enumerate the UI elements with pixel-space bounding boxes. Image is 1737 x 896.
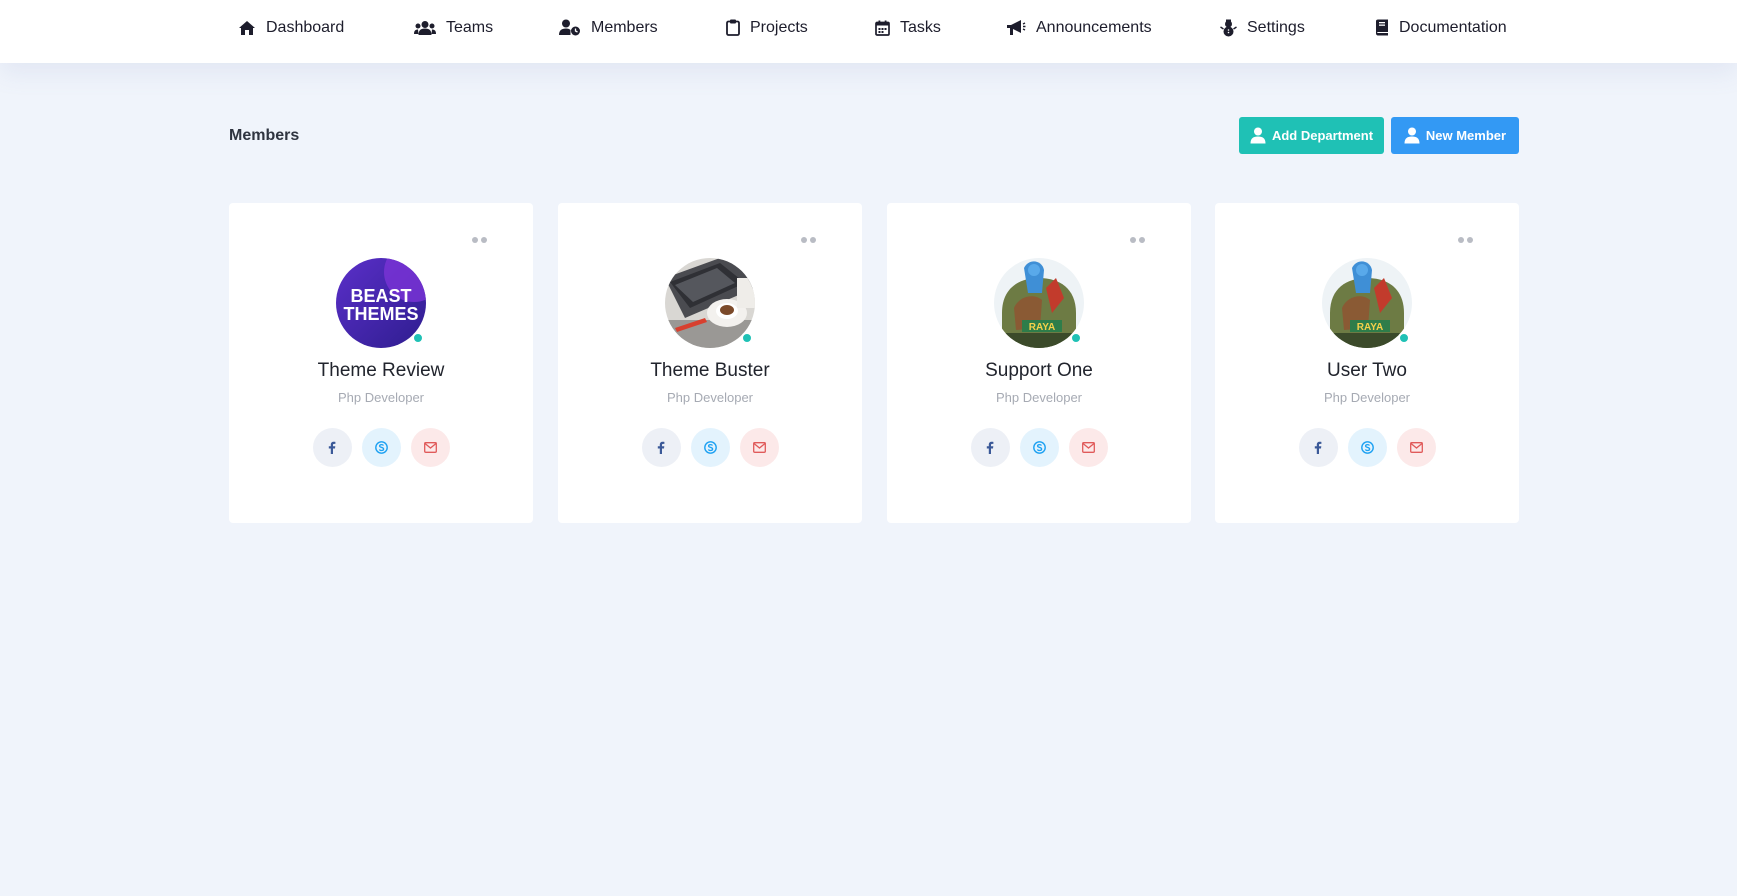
new-member-button[interactable]: New Member: [1391, 117, 1519, 154]
card-options-icon[interactable]: [1130, 237, 1145, 243]
skype-icon: [1360, 441, 1374, 454]
user-icon: [1250, 127, 1266, 144]
member-role: Php Developer: [338, 390, 424, 405]
member-card: Theme Buster Php Developer: [558, 203, 862, 523]
social-links: [1215, 428, 1519, 467]
online-status-dot: [1398, 332, 1410, 344]
member-name: Theme Buster: [650, 360, 770, 381]
social-links: [229, 428, 533, 467]
top-navigation: Dashboard Teams Members Projects Tasks A…: [0, 0, 1737, 63]
skype-button[interactable]: [361, 428, 401, 467]
card-options-icon[interactable]: [1458, 237, 1473, 243]
member-role: Php Developer: [996, 390, 1082, 405]
nav-item-members[interactable]: Members: [559, 0, 658, 55]
facebook-button[interactable]: [970, 428, 1010, 467]
clipboard-icon: [726, 19, 740, 36]
facebook-button[interactable]: [312, 428, 352, 467]
envelope-icon: [423, 442, 437, 453]
skype-icon: [374, 441, 388, 454]
member-role: Php Developer: [1324, 390, 1410, 405]
skype-button[interactable]: [1019, 428, 1059, 467]
facebook-icon: [986, 441, 994, 454]
avatar: RAYA: [1322, 258, 1412, 348]
nav-label: Tasks: [900, 18, 941, 36]
book-icon: [1376, 19, 1388, 36]
nav-item-settings[interactable]: Settings: [1220, 0, 1305, 55]
member-name: Support One: [985, 360, 1093, 381]
users-icon: [414, 20, 436, 35]
skype-button[interactable]: [690, 428, 730, 467]
email-button[interactable]: [410, 428, 450, 467]
member-card: RAYA User Two Php Developer: [1215, 203, 1519, 523]
envelope-icon: [752, 442, 766, 453]
skype-icon: [703, 441, 717, 454]
svg-text:RAYA: RAYA: [1357, 322, 1384, 333]
svg-text:RAYA: RAYA: [1029, 322, 1056, 333]
nav-label: Teams: [446, 18, 494, 36]
add-department-button[interactable]: Add Department: [1239, 117, 1384, 154]
card-options-icon[interactable]: [472, 237, 487, 243]
user-icon: [1404, 127, 1420, 144]
member-role: Php Developer: [667, 390, 753, 405]
new-member-label: New Member: [1425, 128, 1507, 143]
nav-label: Documentation: [1399, 18, 1507, 36]
avatar: BEAST THEMES: [336, 258, 426, 348]
facebook-icon: [328, 441, 336, 454]
skype-icon: [1032, 441, 1046, 454]
envelope-icon: [1409, 442, 1423, 453]
nav-label: Projects: [750, 18, 808, 36]
home-icon: [239, 20, 255, 35]
facebook-button[interactable]: [1298, 428, 1338, 467]
envelope-icon: [1081, 442, 1095, 453]
add-department-label: Add Department: [1271, 128, 1374, 143]
facebook-button[interactable]: [641, 428, 681, 467]
email-button[interactable]: [739, 428, 779, 467]
social-links: [558, 428, 862, 467]
user-clock-icon: [559, 19, 580, 36]
skype-button[interactable]: [1347, 428, 1387, 467]
avatar-text: BEAST: [350, 286, 411, 306]
email-button[interactable]: [1396, 428, 1436, 467]
member-card: RAYA Support One Php Developer: [887, 203, 1191, 523]
nav-item-tasks[interactable]: Tasks: [875, 0, 941, 55]
member-name: Theme Review: [317, 360, 445, 381]
facebook-icon: [657, 441, 665, 454]
email-button[interactable]: [1068, 428, 1108, 467]
nav-label: Announcements: [1036, 18, 1152, 36]
online-status-dot: [412, 332, 424, 344]
bullhorn-icon: [1007, 20, 1026, 35]
snowman-icon: [1220, 19, 1237, 36]
nav-item-dashboard[interactable]: Dashboard: [238, 0, 344, 55]
member-card: BEAST THEMES Theme Review Php Developer: [229, 203, 533, 523]
social-links: [887, 428, 1191, 467]
avatar: [665, 258, 755, 348]
card-options-icon[interactable]: [801, 237, 816, 243]
nav-item-announcements[interactable]: Announcements: [1006, 0, 1152, 55]
avatar: RAYA: [994, 258, 1084, 348]
avatar-text: THEMES: [343, 304, 418, 324]
calendar-icon: [875, 20, 890, 36]
page-title: Members: [229, 127, 300, 144]
online-status-dot: [741, 332, 753, 344]
online-status-dot: [1070, 332, 1082, 344]
nav-item-teams[interactable]: Teams: [414, 0, 493, 55]
facebook-icon: [1314, 441, 1322, 454]
nav-item-projects[interactable]: Projects: [726, 0, 808, 55]
nav-item-documentation[interactable]: Documentation: [1375, 0, 1507, 55]
nav-label: Dashboard: [266, 18, 345, 36]
nav-label: Settings: [1247, 18, 1305, 36]
nav-label: Members: [591, 18, 658, 36]
member-name: User Two: [1327, 360, 1407, 381]
